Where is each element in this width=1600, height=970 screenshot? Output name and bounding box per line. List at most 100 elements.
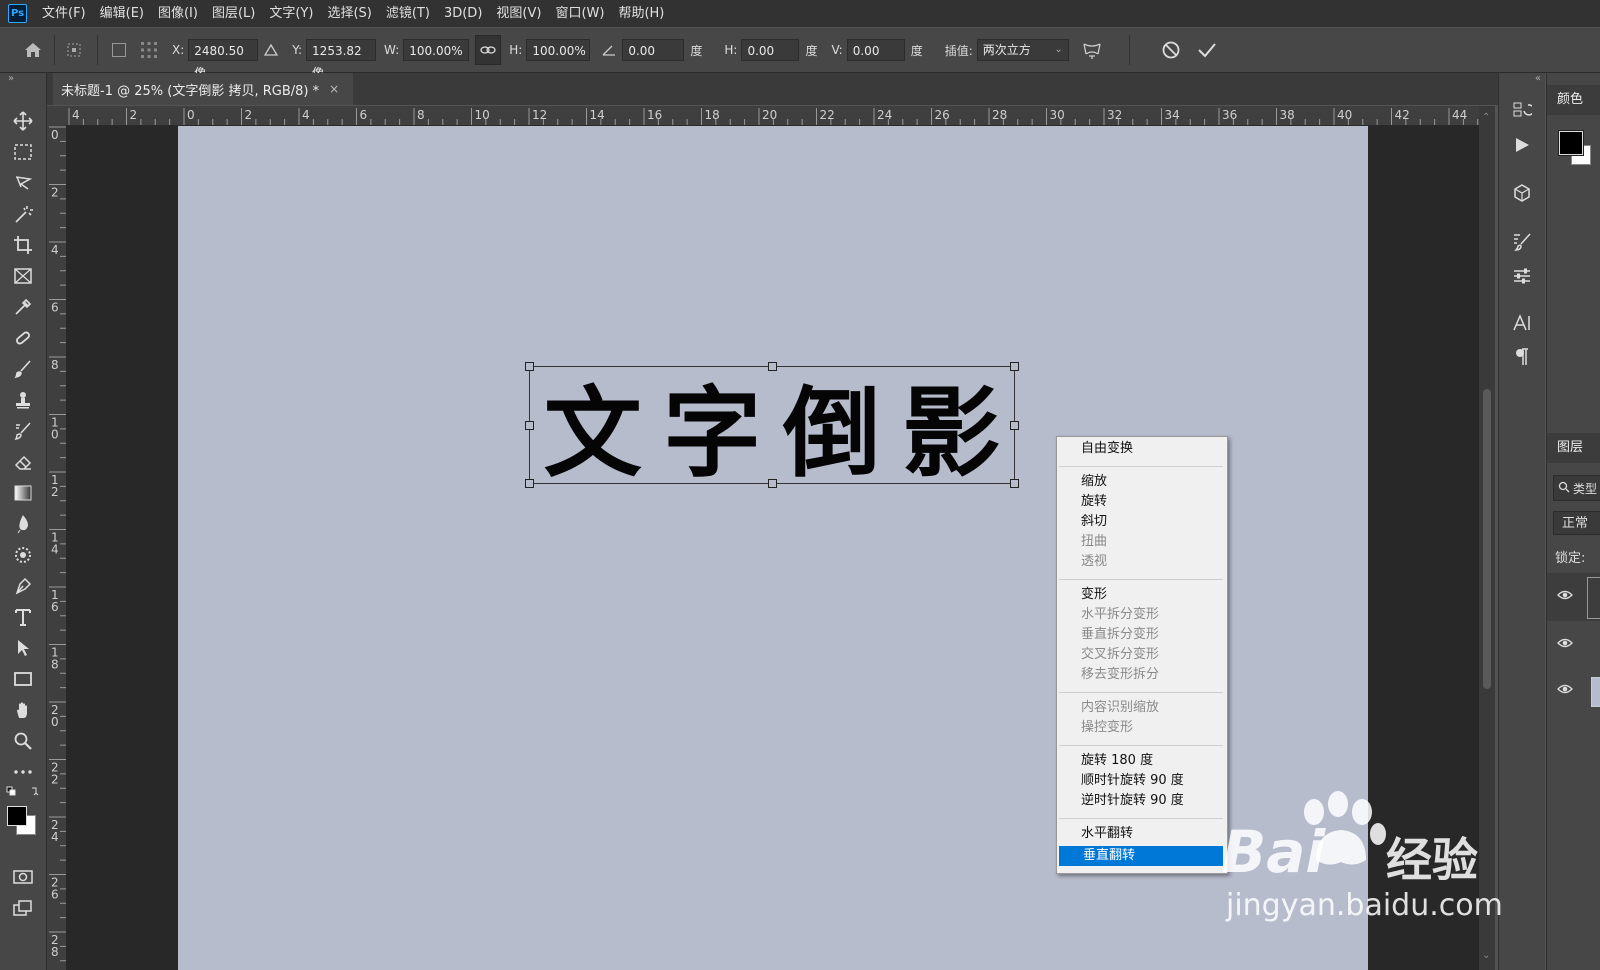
- transform-handle-top[interactable]: [768, 362, 777, 371]
- home-icon[interactable]: [18, 35, 48, 65]
- rectangle-tool-icon[interactable]: [8, 665, 38, 693]
- actions-play-icon[interactable]: [1507, 131, 1537, 159]
- menu-item-flip-vertical[interactable]: 垂直翻转: [1059, 846, 1223, 866]
- color-swatches[interactable]: [7, 806, 39, 838]
- screen-mode-icon[interactable]: [8, 894, 38, 922]
- tab-color[interactable]: 颜色: [1547, 85, 1600, 115]
- scroll-down-icon[interactable]: ⌄: [1482, 950, 1490, 961]
- transform-handle-right[interactable]: [1010, 421, 1019, 430]
- ref-point-grid-icon[interactable]: [134, 35, 164, 65]
- close-icon[interactable]: ×: [329, 82, 339, 96]
- menu-file[interactable]: 文件(F): [35, 0, 93, 27]
- menu-item-rotate-cw-90[interactable]: 顺时针旋转 90 度: [1057, 771, 1223, 791]
- sponge-tool-icon[interactable]: [8, 541, 38, 569]
- transform-handle-bottom-right[interactable]: [1010, 479, 1019, 488]
- transform-handle-top-right[interactable]: [1010, 362, 1019, 371]
- link-aspect-icon[interactable]: [475, 35, 502, 65]
- menu-item-flip-horizontal[interactable]: 水平翻转: [1057, 824, 1223, 844]
- history-panel-icon[interactable]: [1507, 97, 1537, 125]
- transform-handle-bottom-left[interactable]: [525, 479, 534, 488]
- zoom-tool-icon[interactable]: [8, 727, 38, 755]
- color-panel-swatches[interactable]: [1559, 131, 1593, 165]
- width-percent-field[interactable]: 100.00%: [403, 39, 470, 61]
- reference-point-icon[interactable]: [61, 35, 91, 65]
- hand-tool-icon[interactable]: [8, 696, 38, 724]
- menu-edit[interactable]: 编辑(E): [93, 0, 151, 27]
- menu-item-rotate-ccw-90[interactable]: 逆时针旋转 90 度: [1057, 791, 1223, 811]
- interpolation-select[interactable]: 两次立方 ⌄: [976, 39, 1069, 61]
- menu-item-rotate-180[interactable]: 旋转 180 度: [1057, 751, 1223, 771]
- horizontal-ruler[interactable]: 4 2 0 2 4 6 8 10 12 14 16 18 20 22 24 26 28 30 32 34 36 38 40 4…: [66, 106, 1479, 126]
- transform-handle-top-left[interactable]: [525, 362, 534, 371]
- brush-settings-icon[interactable]: [1507, 228, 1537, 256]
- transform-bounding-box[interactable]: [525, 362, 1019, 488]
- transform-handle-bottom[interactable]: [768, 479, 777, 488]
- eye-icon[interactable]: [1557, 589, 1573, 605]
- tab-layers[interactable]: 图层: [1547, 433, 1600, 463]
- menu-layer[interactable]: 图层(L): [205, 0, 262, 27]
- menu-item-rotate[interactable]: 旋转: [1057, 492, 1223, 512]
- frame-tool-icon[interactable]: [8, 262, 38, 290]
- menu-view[interactable]: 视图(V): [489, 0, 548, 27]
- transform-handle-left[interactable]: [525, 421, 534, 430]
- 3d-panel-icon[interactable]: [1507, 179, 1537, 207]
- lasso-tool-icon[interactable]: [8, 169, 38, 197]
- x-position-field[interactable]: 2480.50 像: [188, 39, 259, 80]
- layer-row[interactable]: [1547, 669, 1600, 713]
- layer-row[interactable]: [1547, 623, 1600, 667]
- menu-filter[interactable]: 滤镜(T): [379, 0, 437, 27]
- eyedropper-tool-icon[interactable]: [8, 293, 38, 321]
- vertical-ruler[interactable]: 0246810121416182022242628: [47, 125, 67, 970]
- foreground-color-swatch[interactable]: [1559, 131, 1583, 155]
- menu-type[interactable]: 文字(Y): [262, 0, 320, 27]
- type-tool-icon[interactable]: [8, 603, 38, 631]
- skew-h-field[interactable]: 0.00: [741, 39, 800, 61]
- healing-brush-tool-icon[interactable]: [8, 324, 38, 352]
- collapse-icon[interactable]: «: [1535, 73, 1541, 84]
- scrollbar-thumb[interactable]: [1483, 389, 1491, 689]
- menu-item-skew[interactable]: 斜切: [1057, 512, 1223, 532]
- blend-mode-select[interactable]: 正常: [1553, 511, 1600, 535]
- commit-transform-icon[interactable]: [1192, 35, 1222, 65]
- crop-tool-icon[interactable]: [8, 231, 38, 259]
- move-tool-icon[interactable]: [8, 107, 38, 135]
- cancel-transform-icon[interactable]: [1156, 35, 1186, 65]
- menu-item-warp[interactable]: 变形: [1057, 585, 1223, 605]
- skew-v-field[interactable]: 0.00: [846, 39, 905, 61]
- height-percent-field[interactable]: 100.00%: [526, 39, 591, 61]
- swap-colors-icon[interactable]: [6, 785, 40, 799]
- menu-window[interactable]: 窗口(W): [548, 0, 611, 27]
- menu-image[interactable]: 图像(I): [151, 0, 205, 27]
- pen-tool-icon[interactable]: [8, 572, 38, 600]
- eye-icon[interactable]: [1557, 637, 1573, 653]
- eye-icon[interactable]: [1557, 683, 1573, 699]
- document-tab[interactable]: 未标题-1 @ 25% (文字倒影 拷贝, RGB/8) * ×: [53, 73, 353, 105]
- menu-item-free-transform[interactable]: 自由变换: [1057, 439, 1223, 459]
- history-brush-tool-icon[interactable]: [8, 417, 38, 445]
- brush-tool-icon[interactable]: [8, 355, 38, 383]
- collapse-icon[interactable]: »: [8, 73, 14, 84]
- adjustments-icon[interactable]: [1507, 262, 1537, 290]
- foreground-color-swatch[interactable]: [7, 806, 27, 826]
- eraser-tool-icon[interactable]: [8, 448, 38, 476]
- ruler-corner[interactable]: [47, 106, 66, 125]
- ref-point-checkbox[interactable]: [104, 35, 134, 65]
- more-tools-icon[interactable]: [8, 758, 38, 786]
- path-selection-tool-icon[interactable]: [8, 634, 38, 662]
- menu-help[interactable]: 帮助(H): [611, 0, 671, 27]
- blur-tool-icon[interactable]: [8, 510, 38, 538]
- gradient-tool-icon[interactable]: [8, 479, 38, 507]
- relative-position-icon[interactable]: [258, 35, 284, 65]
- menu-3d[interactable]: 3D(D): [437, 0, 489, 27]
- quick-mask-icon[interactable]: [8, 863, 38, 891]
- character-panel-icon[interactable]: [1507, 309, 1537, 337]
- warp-mode-icon[interactable]: [1077, 35, 1107, 65]
- menu-item-scale[interactable]: 缩放: [1057, 472, 1223, 492]
- y-position-field[interactable]: 1253.82 像: [306, 39, 377, 80]
- paragraph-panel-icon[interactable]: [1507, 343, 1537, 371]
- scroll-up-icon[interactable]: ⌃: [1482, 112, 1490, 123]
- magic-wand-tool-icon[interactable]: [8, 200, 38, 228]
- marquee-tool-icon[interactable]: [8, 138, 38, 166]
- layer-row[interactable]: [1547, 573, 1600, 621]
- layer-filter-field[interactable]: 类型: [1553, 475, 1600, 501]
